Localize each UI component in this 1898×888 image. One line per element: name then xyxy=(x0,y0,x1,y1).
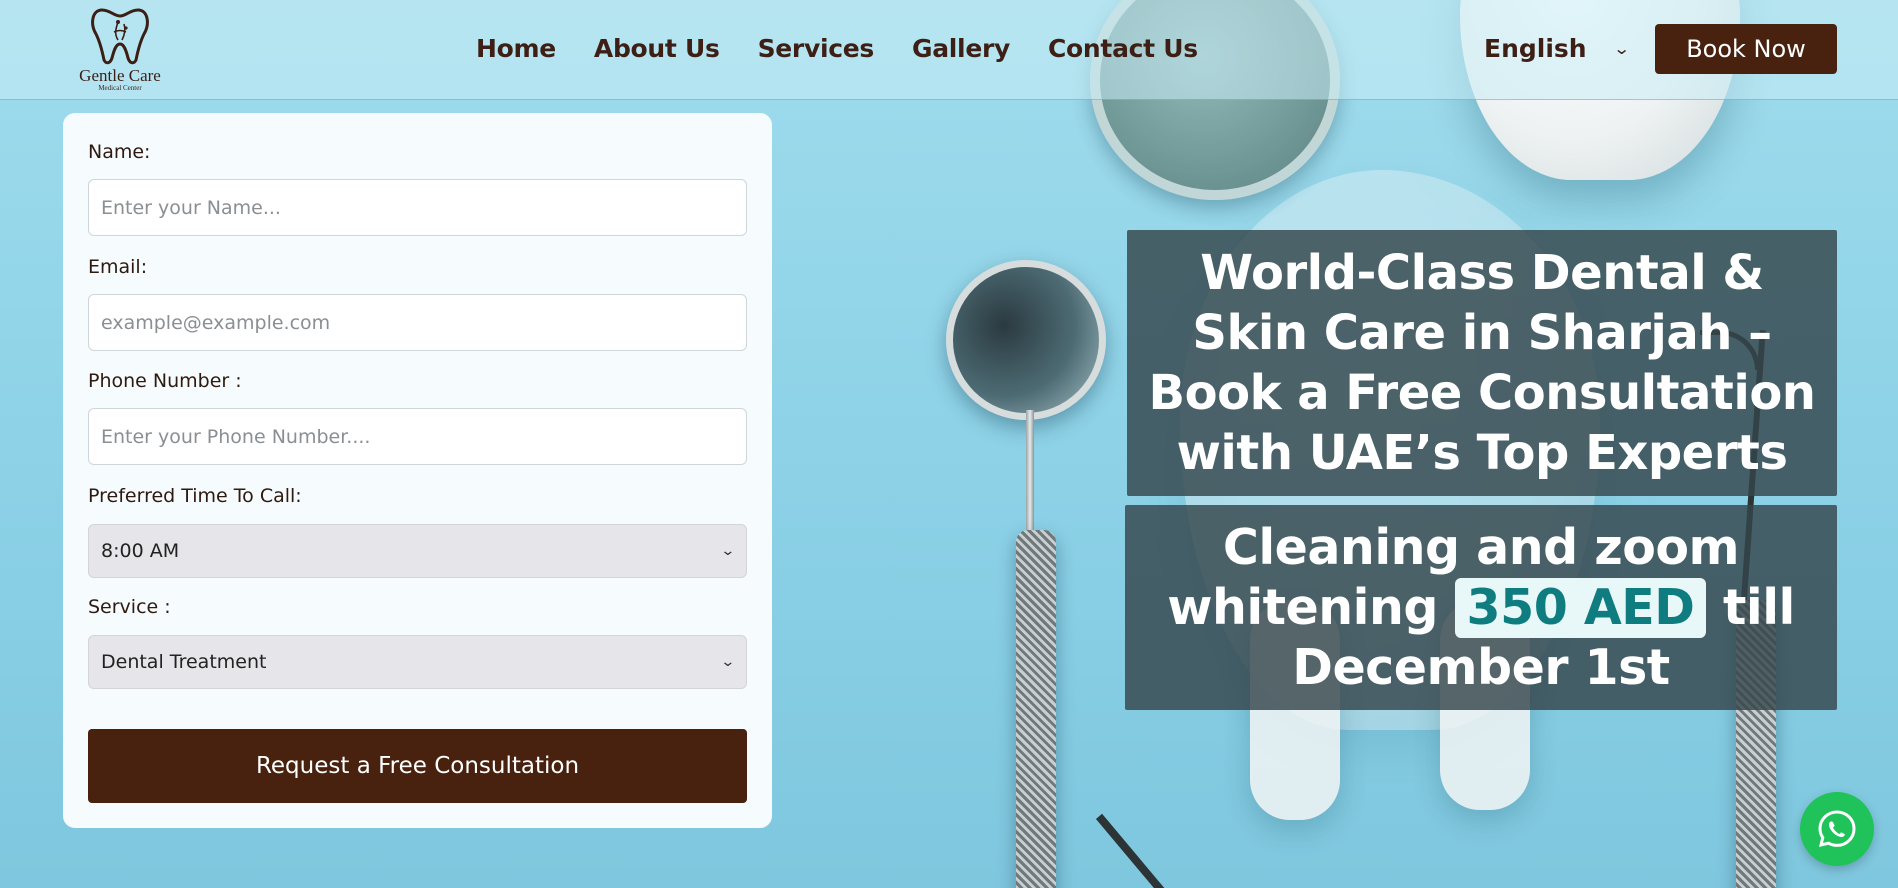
nav-item-services[interactable]: Services xyxy=(758,34,875,63)
dental-mirror-neck xyxy=(1026,410,1034,550)
name-input[interactable] xyxy=(88,179,747,236)
language-label: English xyxy=(1484,34,1587,63)
whatsapp-button[interactable] xyxy=(1800,792,1874,866)
time-select-value: 8:00 AM xyxy=(101,540,180,562)
consultation-form: Name: Email: Phone Number : Preferred Ti… xyxy=(63,113,772,828)
whatsapp-icon xyxy=(1818,810,1856,848)
chevron-down-icon: ⌄ xyxy=(720,543,736,559)
email-label: Email: xyxy=(88,256,148,278)
offer-box: Cleaning and zoom whitening 350 AED till… xyxy=(1125,505,1837,710)
nav-item-contact[interactable]: Contact Us xyxy=(1048,34,1198,63)
nav-item-gallery[interactable]: Gallery xyxy=(912,34,1010,63)
phone-input[interactable] xyxy=(88,408,747,465)
chevron-down-icon: ⌄ xyxy=(720,654,736,670)
offer-text: Cleaning and zoom whitening 350 AED till… xyxy=(1125,518,1837,698)
time-select[interactable]: 8:00 AM ⌄ xyxy=(88,524,747,578)
hero-headline: World-Class Dental & Skin Care in Sharja… xyxy=(1148,245,1816,481)
offer-price: 350 AED xyxy=(1454,577,1707,638)
nav-item-about[interactable]: About Us xyxy=(594,34,720,63)
dental-tweezer xyxy=(1095,813,1193,888)
service-select[interactable]: Dental Treatment ⌄ xyxy=(88,635,747,689)
main-nav: Home About Us Services Gallery Contact U… xyxy=(476,34,1198,63)
service-label: Service : xyxy=(88,596,171,618)
email-input[interactable] xyxy=(88,294,747,351)
tooth-logo-icon xyxy=(91,8,149,65)
nav-item-home[interactable]: Home xyxy=(476,34,556,63)
time-label: Preferred Time To Call: xyxy=(88,485,302,507)
site-header: Gentle Care Medical Center Home About Us… xyxy=(0,0,1898,100)
language-selector[interactable]: English ⌄ xyxy=(1484,34,1631,63)
name-label: Name: xyxy=(88,141,151,163)
headline-box: World-Class Dental & Skin Care in Sharja… xyxy=(1127,230,1837,496)
phone-label: Phone Number : xyxy=(88,370,242,392)
book-now-button[interactable]: Book Now xyxy=(1655,24,1837,74)
brand-name: Gentle Care xyxy=(79,66,161,85)
service-select-value: Dental Treatment xyxy=(101,651,267,673)
dental-mirror-head xyxy=(946,260,1106,420)
mirror-handle xyxy=(1016,530,1056,888)
logo[interactable]: Gentle Care Medical Center xyxy=(70,4,170,96)
chevron-down-icon: ⌄ xyxy=(1612,39,1631,58)
brand-subtitle: Medical Center xyxy=(98,84,142,92)
request-consultation-button[interactable]: Request a Free Consultation xyxy=(88,729,747,803)
